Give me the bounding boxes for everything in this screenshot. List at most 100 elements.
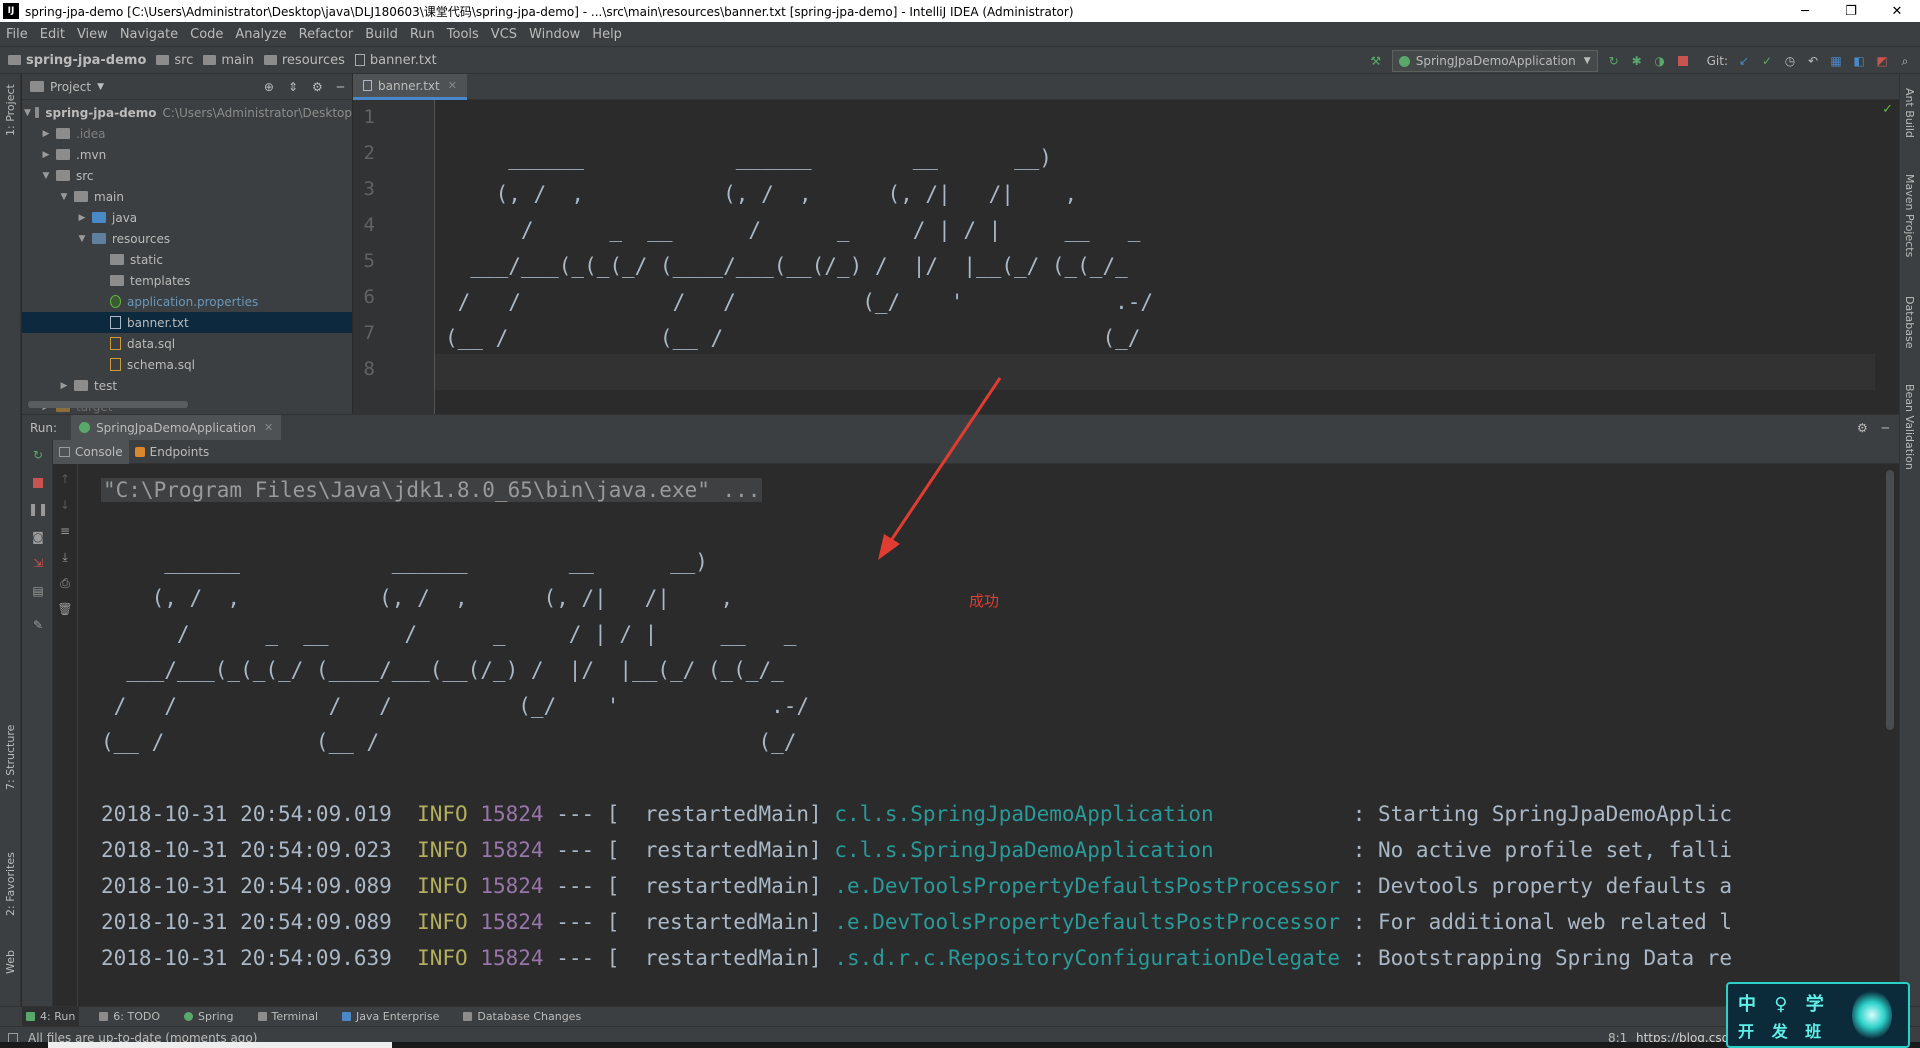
tree-item-application-properties[interactable]: application.properties [22, 291, 352, 312]
menu-run[interactable]: Run [410, 27, 435, 42]
vertical-scrollbar[interactable] [1886, 470, 1894, 730]
debug-icon[interactable]: ✱ [1630, 54, 1644, 68]
hide-icon[interactable]: ─ [337, 80, 344, 94]
tab-run[interactable]: 4: Run [22, 1006, 80, 1027]
dump-threads-icon[interactable]: ◙ [31, 530, 45, 544]
project-structure-icon[interactable]: ▦ [1829, 54, 1843, 68]
breadcrumb-file[interactable]: banner.txt [354, 53, 437, 68]
tool-window-bean-validation[interactable]: Bean Validation [1903, 384, 1916, 470]
code-editor[interactable]: 1 2 3 4 5 6 7 8 ______ ______ __ __) (, … [353, 100, 1899, 414]
minimize-button[interactable]: ─ [1782, 0, 1828, 22]
down-arrow-icon[interactable]: ↓ [58, 498, 72, 512]
tree-item-templates[interactable]: templates [22, 270, 352, 291]
chevron-down-icon[interactable]: ▼ [97, 82, 104, 92]
run-tab-spring-app[interactable]: SpringJpaDemoApplication ✕ [71, 414, 282, 441]
tool-window-maven[interactable]: Maven Projects [1903, 174, 1916, 257]
tab-todo[interactable]: 6: TODO [95, 1007, 164, 1027]
gear-icon[interactable]: ⚙ [312, 80, 323, 94]
breadcrumb-resources[interactable]: resources [263, 53, 345, 68]
hide-icon[interactable]: ─ [1882, 421, 1889, 435]
horizontal-scrollbar[interactable] [28, 401, 188, 408]
run-configuration-select[interactable]: SpringJpaDemoApplication ▼ [1391, 50, 1598, 72]
git-history-icon[interactable]: ◷ [1783, 54, 1797, 68]
chevron-right-icon[interactable]: ▶ [40, 150, 52, 160]
tab-java-enterprise[interactable]: Java Enterprise [338, 1007, 443, 1027]
chevron-right-icon[interactable]: ▶ [58, 381, 70, 391]
chevron-down-icon[interactable]: ▼ [76, 234, 88, 244]
close-icon[interactable]: ✕ [264, 421, 273, 434]
tool-window-project[interactable]: 1: Project [4, 84, 17, 136]
tab-banner-txt[interactable]: banner.txt ✕ [353, 74, 467, 100]
tab-endpoints[interactable]: Endpoints [129, 440, 216, 464]
menu-navigate[interactable]: Navigate [120, 27, 178, 42]
locate-icon[interactable]: ⊕ [264, 80, 274, 94]
rerun-icon[interactable]: ↻ [31, 448, 45, 462]
tree-item-static[interactable]: static [22, 249, 352, 270]
menu-refactor[interactable]: Refactor [299, 27, 354, 42]
layout-icon[interactable]: ▤ [31, 584, 45, 598]
chevron-down-icon[interactable]: ▼ [24, 108, 31, 118]
tree-item-src[interactable]: ▼ src [22, 165, 352, 186]
menu-view[interactable]: View [77, 27, 108, 42]
tree-item-main[interactable]: ▼ main [22, 186, 352, 207]
soft-wrap-icon[interactable]: ≡ [58, 524, 72, 538]
menu-tools[interactable]: Tools [447, 27, 479, 42]
tree-item-resources[interactable]: ▼ resources [22, 228, 352, 249]
menu-edit[interactable]: Edit [40, 27, 65, 42]
menu-build[interactable]: Build [365, 27, 398, 42]
breadcrumb-project[interactable]: spring-jpa-demo [8, 53, 146, 68]
close-window-button[interactable]: ✕ [1874, 0, 1920, 22]
project-view-select[interactable]: Project [50, 80, 91, 94]
menu-file[interactable]: File [6, 27, 28, 42]
git-update-icon[interactable]: ↙ [1737, 54, 1751, 68]
maximize-button[interactable]: ❐ [1828, 0, 1874, 22]
collapse-all-icon[interactable]: ⇕ [288, 80, 298, 94]
menu-analyze[interactable]: Analyze [235, 27, 286, 42]
scroll-to-end-icon[interactable]: ⤓ [58, 550, 72, 564]
chevron-right-icon[interactable]: ▶ [76, 213, 88, 223]
tab-database-changes[interactable]: Database Changes [459, 1007, 585, 1027]
plugin-icon[interactable]: ◩ [1875, 54, 1889, 68]
exit-icon[interactable]: ⇲ [31, 556, 45, 570]
console-output[interactable]: "C:\Program Files\Java\jdk1.8.0_65\bin\j… [78, 464, 1898, 1006]
git-commit-icon[interactable]: ✓ [1760, 54, 1774, 68]
trash-icon[interactable]: 🗑 [57, 602, 72, 616]
build-hammer-icon[interactable]: ⚒ [1369, 54, 1383, 68]
tab-spring[interactable]: Spring [180, 1007, 238, 1027]
tree-item-banner-txt[interactable]: banner.txt [22, 312, 352, 333]
tree-item-idea[interactable]: ▶ .idea [22, 123, 352, 144]
sdk-icon[interactable]: ◧ [1852, 54, 1866, 68]
menu-code[interactable]: Code [190, 27, 223, 42]
tool-window-structure[interactable]: 7: Structure [4, 725, 17, 790]
search-icon[interactable]: ⌕ [1898, 54, 1912, 68]
close-icon[interactable]: ✕ [448, 79, 457, 92]
tool-window-web[interactable]: Web [4, 950, 17, 974]
gear-icon[interactable]: ⚙ [1857, 421, 1868, 435]
git-revert-icon[interactable]: ↶ [1806, 54, 1820, 68]
menu-window[interactable]: Window [529, 27, 580, 42]
tree-item-schema-sql[interactable]: schema.sql [22, 354, 352, 375]
tool-window-ant-build[interactable]: Ant Build [1903, 88, 1916, 138]
breadcrumb-main[interactable]: main [203, 53, 254, 68]
tool-windows-icon[interactable] [8, 1032, 18, 1043]
pause-icon[interactable]: ❚❚ [28, 502, 48, 516]
tool-window-database[interactable]: Database [1903, 296, 1916, 349]
coverage-icon[interactable]: ◑ [1653, 54, 1667, 68]
breadcrumb-src[interactable]: src [156, 53, 193, 68]
rerun-icon[interactable]: ↻ [1607, 54, 1621, 68]
pin-icon[interactable]: ✎ [31, 618, 45, 632]
tab-console[interactable]: Console [53, 439, 129, 464]
tree-item-root[interactable]: ▼ spring-jpa-demo C:\Users\Administrator… [22, 102, 352, 123]
menu-vcs[interactable]: VCS [491, 27, 517, 42]
chevron-down-icon[interactable]: ▼ [40, 171, 52, 181]
tree-item-java[interactable]: ▶ java [22, 207, 352, 228]
tool-window-favorites[interactable]: 2: Favorites [4, 852, 17, 916]
tree-item-test[interactable]: ▶ test [22, 375, 352, 396]
tab-terminal[interactable]: Terminal [254, 1007, 323, 1027]
stop-icon[interactable] [31, 476, 45, 490]
tree-item-data-sql[interactable]: data.sql [22, 333, 352, 354]
menu-help[interactable]: Help [592, 27, 622, 42]
stop-icon[interactable] [1676, 54, 1690, 68]
print-icon[interactable]: ⎙ [58, 576, 72, 590]
chevron-right-icon[interactable]: ▶ [40, 129, 52, 139]
